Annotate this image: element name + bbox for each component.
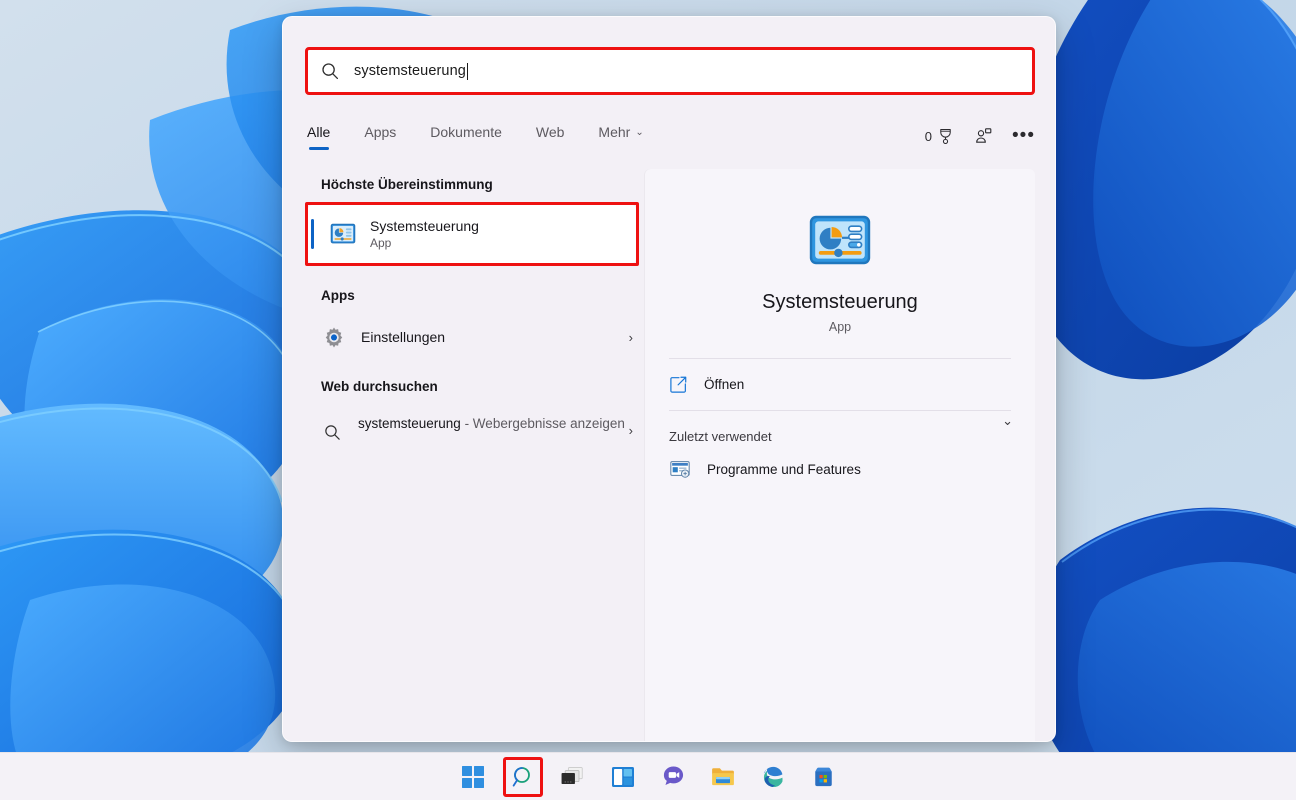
chevron-right-icon[interactable]: ›: [629, 330, 633, 345]
task-view-button[interactable]: [556, 760, 590, 794]
control-panel-icon: [809, 215, 871, 265]
open-action-label: Öffnen: [704, 377, 745, 392]
search-button-highlight-box: [503, 756, 543, 797]
tab-dokumente-label: Dokumente: [430, 124, 502, 140]
best-match-heading: Höchste Übereinstimmung: [321, 177, 493, 192]
chevron-right-icon[interactable]: ›: [629, 423, 633, 438]
programs-features-icon: [670, 461, 690, 478]
best-match-row-container[interactable]: Systemsteuerung App: [305, 202, 639, 266]
search-flyout-panel: systemsteuerung Alle Apps Dokumente Web …: [282, 16, 1056, 742]
recent-heading: Zuletzt verwendet: [669, 429, 772, 444]
filter-tab-bar: Alle Apps Dokumente Web Mehr ⌄ 0 •••: [305, 121, 1035, 161]
rewards-count: 0: [924, 128, 933, 144]
tab-mehr[interactable]: Mehr ⌄: [596, 121, 645, 150]
chat-icon: [663, 766, 683, 786]
results-list: Höchste Übereinstimmung Systemsteuerung …: [305, 167, 645, 727]
tab-web[interactable]: Web: [534, 121, 567, 150]
chevron-down-icon: ⌄: [635, 127, 644, 138]
open-external-icon: [670, 376, 687, 393]
apps-heading: Apps: [321, 288, 355, 303]
preview-subtitle: App: [828, 320, 852, 334]
result-label: Einstellungen: [361, 329, 446, 345]
tab-mehr-label: Mehr: [598, 124, 631, 140]
recent-item-programme-und-features[interactable]: Programme und Features: [645, 444, 1035, 480]
edge-icon: [763, 766, 783, 787]
settings-gear-icon: [325, 327, 343, 348]
tab-apps[interactable]: Apps: [362, 121, 398, 150]
search-icon: [325, 425, 340, 440]
tab-apps-label: Apps: [364, 124, 397, 140]
preview-pane: Systemsteuerung App Öffnen ⌄ Zuletzt ver…: [645, 169, 1035, 741]
result-item-web-search[interactable]: systemsteuerung - Webergebnisse anzeigen…: [305, 404, 645, 452]
edge-button[interactable]: [756, 760, 790, 794]
search-button[interactable]: [503, 756, 543, 797]
desktop: systemsteuerung Alle Apps Dokumente Web …: [0, 0, 1296, 800]
web-search-heading: Web durchsuchen: [321, 379, 438, 394]
open-action-button[interactable]: Öffnen: [645, 359, 1035, 410]
start-button[interactable]: [456, 760, 490, 794]
tab-alle[interactable]: Alle: [305, 121, 332, 150]
best-match-highlight-box: [305, 202, 639, 266]
feedback-person-icon[interactable]: [974, 127, 992, 145]
web-result-query: systemsteuerung: [358, 416, 461, 431]
search-input-highlight-box: [305, 47, 1035, 95]
tab-dokumente[interactable]: Dokumente: [428, 121, 504, 150]
recent-item-label: Programme und Features: [707, 461, 861, 477]
tab-alle-label: Alle: [307, 124, 331, 140]
task-view-icon: [561, 766, 583, 784]
file-explorer-icon: [712, 768, 734, 786]
file-explorer-button[interactable]: [706, 760, 740, 794]
widgets-button[interactable]: [606, 760, 640, 794]
widgets-icon: [612, 766, 634, 787]
rewards-medal-icon: [937, 128, 954, 145]
result-item-einstellungen[interactable]: Einstellungen ›: [305, 315, 645, 359]
more-options-button[interactable]: •••: [1012, 126, 1035, 145]
chat-button[interactable]: [656, 760, 690, 794]
microsoft-store-icon: [814, 767, 832, 787]
chevron-down-icon[interactable]: ⌄: [1002, 413, 1013, 429]
taskbar: [0, 752, 1296, 800]
search-input-container[interactable]: systemsteuerung: [305, 47, 1035, 95]
preview-title: Systemsteuerung: [762, 291, 918, 313]
web-result-label: systemsteuerung - Webergebnisse anzeigen: [358, 414, 629, 435]
store-button[interactable]: [806, 760, 840, 794]
windows-start-icon: [462, 765, 484, 788]
web-result-suffix: - Webergebnisse anzeigen: [460, 416, 625, 431]
rewards-button[interactable]: 0: [925, 128, 954, 145]
tab-bar-actions: 0 •••: [925, 121, 1035, 151]
tab-web-label: Web: [535, 124, 565, 140]
